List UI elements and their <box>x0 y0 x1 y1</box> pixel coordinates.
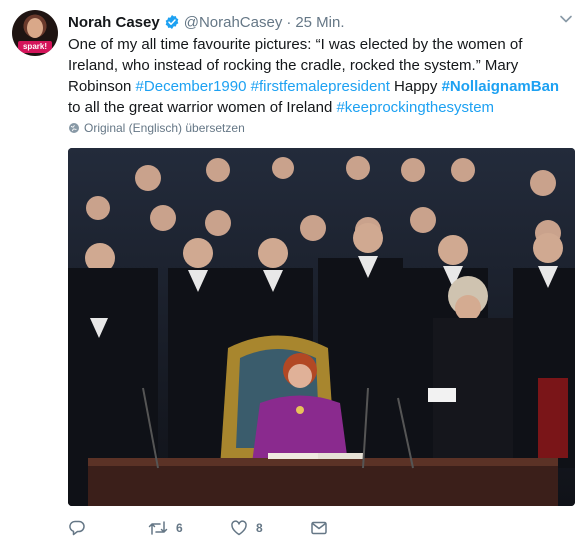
tweet-timestamp[interactable]: 25 Min. <box>295 14 344 31</box>
translate-link[interactable]: Original (Englisch) übersetzen <box>68 121 245 135</box>
hashtag-link[interactable]: #NollaignamBan <box>442 78 560 95</box>
message-icon <box>311 521 327 535</box>
globe-icon <box>69 123 79 133</box>
tweet-text-part: to all the great warrior women of Irelan… <box>68 99 337 116</box>
avatar[interactable]: spark! <box>12 10 58 56</box>
hashtag-link[interactable]: #firstfemalepresident <box>251 78 390 95</box>
tweet-card[interactable]: spark! Norah Casey @NorahCasey · 25 Min.… <box>0 0 585 548</box>
message-button[interactable] <box>310 519 328 537</box>
translate-label: Original (Englisch) übersetzen <box>84 121 245 135</box>
verified-icon <box>165 15 179 29</box>
like-icon <box>231 520 247 536</box>
chevron-down-icon[interactable] <box>559 12 573 26</box>
photo-image <box>68 148 575 506</box>
retweet-icon <box>148 521 168 535</box>
tweet-text: One of my all time favourite pictures: “… <box>68 34 568 118</box>
like-count: 8 <box>256 521 263 535</box>
author-handle[interactable]: @NorahCasey <box>184 14 283 31</box>
avatar-badge: spark! <box>18 41 52 53</box>
header-separator: · <box>286 13 292 31</box>
tweet-text-part: Happy <box>389 78 442 95</box>
hashtag-link[interactable]: #keeprockingthesystem <box>336 99 494 116</box>
tweet-header: Norah Casey @NorahCasey · 25 Min. <box>68 12 345 32</box>
hashtag-link[interactable]: #December1990 <box>136 78 247 95</box>
reply-icon <box>69 520 85 536</box>
author-name[interactable]: Norah Casey <box>68 14 160 31</box>
reply-button[interactable] <box>68 519 86 537</box>
like-button[interactable]: 8 <box>230 519 263 537</box>
avatar-face <box>27 18 43 38</box>
tweet-photo[interactable] <box>68 148 575 506</box>
retweet-count: 6 <box>176 521 183 535</box>
retweet-button[interactable]: 6 <box>148 519 183 537</box>
